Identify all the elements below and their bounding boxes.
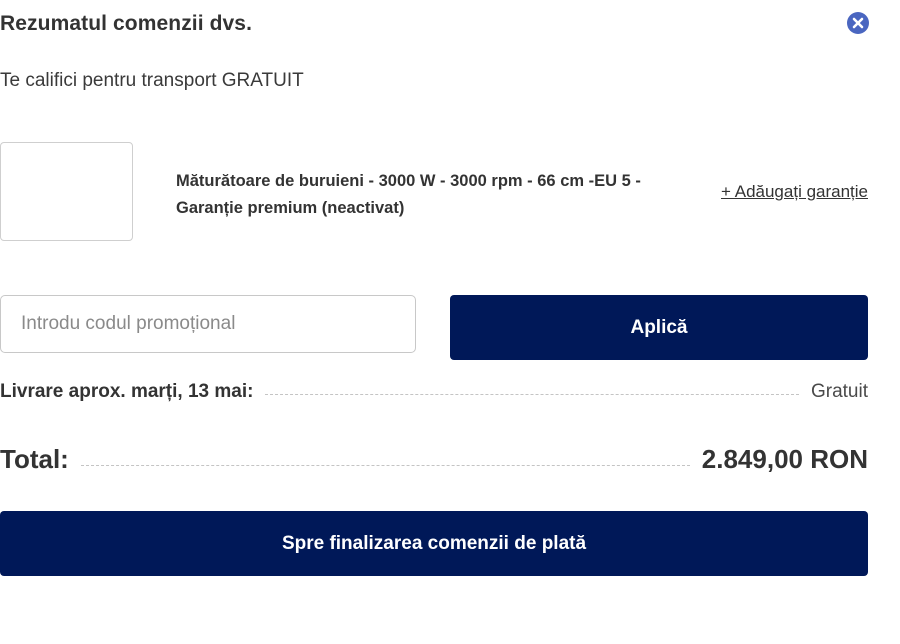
total-value: 2.849,00 RON <box>701 444 868 474</box>
close-icon <box>852 17 864 29</box>
apply-promo-button[interactable]: Aplică <box>450 295 868 360</box>
total-row: Total: 2.849,00 RON <box>0 444 868 475</box>
checkout-button[interactable]: Spre finalizarea comenzii de plată <box>0 511 868 576</box>
product-image <box>0 142 133 241</box>
promo-code-input[interactable] <box>0 295 416 353</box>
close-button[interactable] <box>847 12 869 34</box>
dotted-leader <box>265 394 799 395</box>
delivery-label: Livrare aprox. marți, 13 mai: <box>0 381 254 402</box>
total-label: Total: <box>0 444 69 474</box>
dotted-leader <box>80 465 690 466</box>
free-shipping-note: Te califici pentru transport GRATUIT <box>0 70 304 91</box>
add-warranty-link[interactable]: + Adăugați garanție <box>721 182 868 202</box>
order-summary-panel: Rezumatul comenzii dvs. Te califici pent… <box>0 0 900 644</box>
delivery-row: Livrare aprox. marți, 13 mai: Gratuit <box>0 381 868 403</box>
delivery-value: Gratuit <box>810 381 868 402</box>
summary-title: Rezumatul comenzii dvs. <box>0 12 253 35</box>
product-name: Măturătoare de buruieni - 3000 W - 3000 … <box>176 172 641 217</box>
